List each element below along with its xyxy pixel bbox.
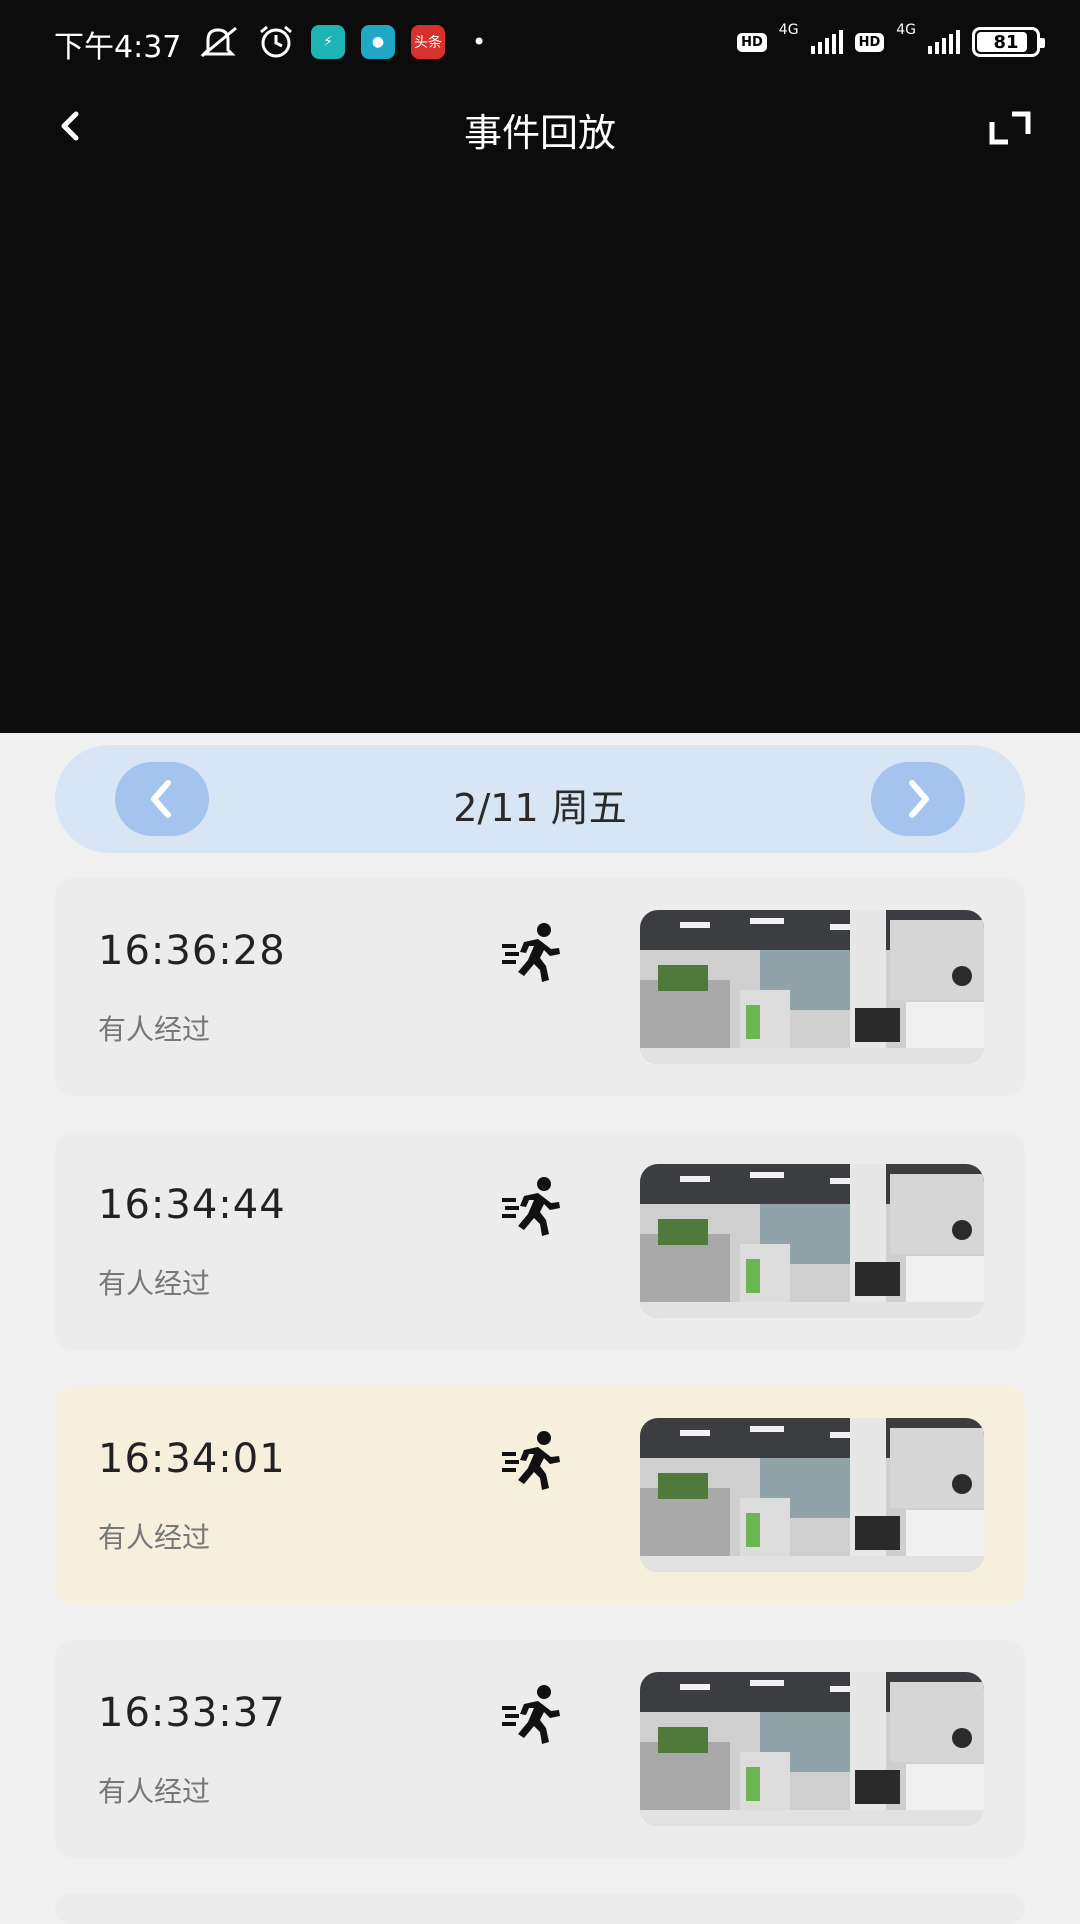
next-day-button[interactable]: [871, 762, 965, 836]
signal-icon-1: [810, 30, 843, 54]
alarm-icon: [256, 24, 296, 60]
network-type-2: 4G: [896, 22, 916, 38]
running-person-icon: [500, 920, 564, 984]
event-card[interactable]: 16:33:37 有人经过: [55, 1640, 1025, 1858]
page-title: 事件回放: [463, 111, 616, 155]
header: 事件回放: [0, 84, 1080, 164]
event-description: 有人经过: [98, 1267, 211, 1300]
chevron-right-icon: [909, 780, 929, 818]
event-description: 有人经过: [98, 1775, 211, 1808]
running-person-icon: [500, 1428, 564, 1492]
event-thumbnail[interactable]: [640, 1418, 984, 1572]
date-navigator: 2/11 周五: [55, 745, 1025, 853]
battery-indicator: 81: [972, 27, 1045, 57]
running-person-icon: [500, 1682, 564, 1746]
event-time: 16:33:37: [98, 1690, 286, 1736]
mute-icon: [198, 24, 242, 60]
event-thumbnail[interactable]: [640, 1164, 984, 1318]
event-card[interactable]: 16:34:01 有人经过: [55, 1386, 1025, 1604]
hd-badge-2: HD: [854, 32, 885, 52]
network-type-1: 4G: [778, 22, 799, 38]
toutiao-app-icon: 头条: [411, 24, 445, 60]
event-time: 16:36:28: [98, 928, 286, 974]
event-description: 有人经过: [98, 1521, 211, 1554]
event-thumbnail[interactable]: [640, 1672, 984, 1826]
fullscreen-button[interactable]: [988, 108, 1032, 148]
signal-icon-2: [928, 30, 960, 54]
fullscreen-icon: [989, 111, 1031, 145]
event-thumbnail[interactable]: [640, 910, 984, 1064]
event-time: 16:34:01: [98, 1436, 286, 1482]
chat-app-icon: ●: [361, 24, 395, 60]
event-card[interactable]: 16:36:28 有人经过: [55, 878, 1025, 1096]
shield-app-icon: ⚡: [311, 24, 345, 60]
event-time: 16:34:44: [98, 1182, 286, 1228]
dot-icon: •: [472, 28, 487, 56]
event-card[interactable]: 16:34:44 有人经过: [55, 1132, 1025, 1350]
running-person-icon: [500, 1174, 564, 1238]
event-description: 有人经过: [98, 1013, 211, 1046]
status-bar: 下午4:37 ⚡ ● 头条 • HD 4G HD 4G 81: [0, 0, 1080, 84]
status-time: 下午4:37: [54, 30, 182, 65]
hd-badge: HD: [737, 32, 767, 52]
